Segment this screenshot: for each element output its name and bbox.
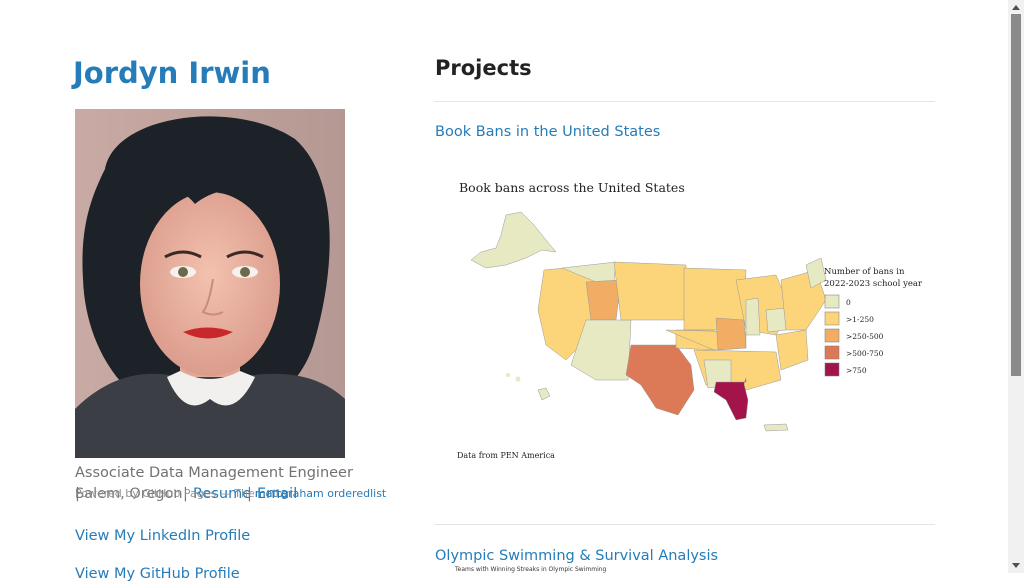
legend-label: >750 — [846, 366, 867, 375]
legend-swatch — [824, 294, 840, 309]
state-mountain-west — [613, 261, 687, 321]
project-link-olympic-swimming[interactable]: Olympic Swimming & Survival Analysis — [435, 548, 718, 564]
project-link-book-bans[interactable]: Book Bans in the United States — [435, 124, 660, 140]
map-title: Book bans across the United States — [459, 180, 685, 195]
state-hawaii-island — [506, 373, 510, 377]
legend-label: >500-750 — [846, 349, 884, 358]
state-hawaii-island — [515, 376, 521, 382]
state-florida — [713, 377, 749, 421]
state-utah — [585, 279, 622, 321]
state-missouri — [715, 317, 747, 351]
state-texas — [625, 344, 695, 416]
job-title: Associate Data Management Engineer — [75, 465, 353, 481]
project-thumbnail-caption: Teams with Winning Streaks in Olympic Sw… — [455, 566, 607, 573]
scroll-down-arrow-icon[interactable] — [1012, 563, 1020, 568]
legend-swatch — [824, 345, 840, 360]
map-source-note: Data from PEN America — [457, 451, 555, 460]
state-hawaii-big-island — [537, 387, 551, 401]
legend-swatch — [824, 328, 840, 343]
vertical-scrollbar[interactable] — [1008, 0, 1024, 573]
state-southeast — [775, 329, 809, 371]
legend-title-line2: 2022-2023 school year — [824, 279, 923, 289]
state-illinois — [745, 297, 761, 336]
divider — [434, 101, 935, 102]
legend-label: >1-250 — [846, 315, 874, 324]
book-bans-map[interactable]: Book bans across the United States Numbe… — [446, 170, 946, 470]
profile-photo — [75, 109, 345, 458]
divider — [434, 524, 935, 525]
legend-swatch — [824, 311, 840, 326]
legend-swatch — [824, 362, 840, 377]
legend-label: 0 — [846, 298, 851, 307]
scrollbar-thumb[interactable] — [1011, 14, 1021, 376]
territory-puerto-rico — [763, 423, 789, 432]
legend-label: >250-500 — [846, 332, 884, 341]
legend-title-line1: Number of bans in — [824, 267, 905, 277]
state-ohio — [765, 307, 787, 333]
theme-author-link[interactable]: mattgraham orderedlist — [255, 487, 386, 500]
state-alaska — [470, 211, 557, 269]
scroll-up-arrow-icon[interactable] — [1012, 5, 1020, 10]
site-title[interactable]: Jordyn Irwin — [73, 56, 271, 90]
github-profile-link[interactable]: View My GitHub Profile — [75, 566, 240, 582]
projects-heading: Projects — [435, 56, 532, 80]
linkedin-profile-link[interactable]: View My LinkedIn Profile — [75, 528, 250, 544]
